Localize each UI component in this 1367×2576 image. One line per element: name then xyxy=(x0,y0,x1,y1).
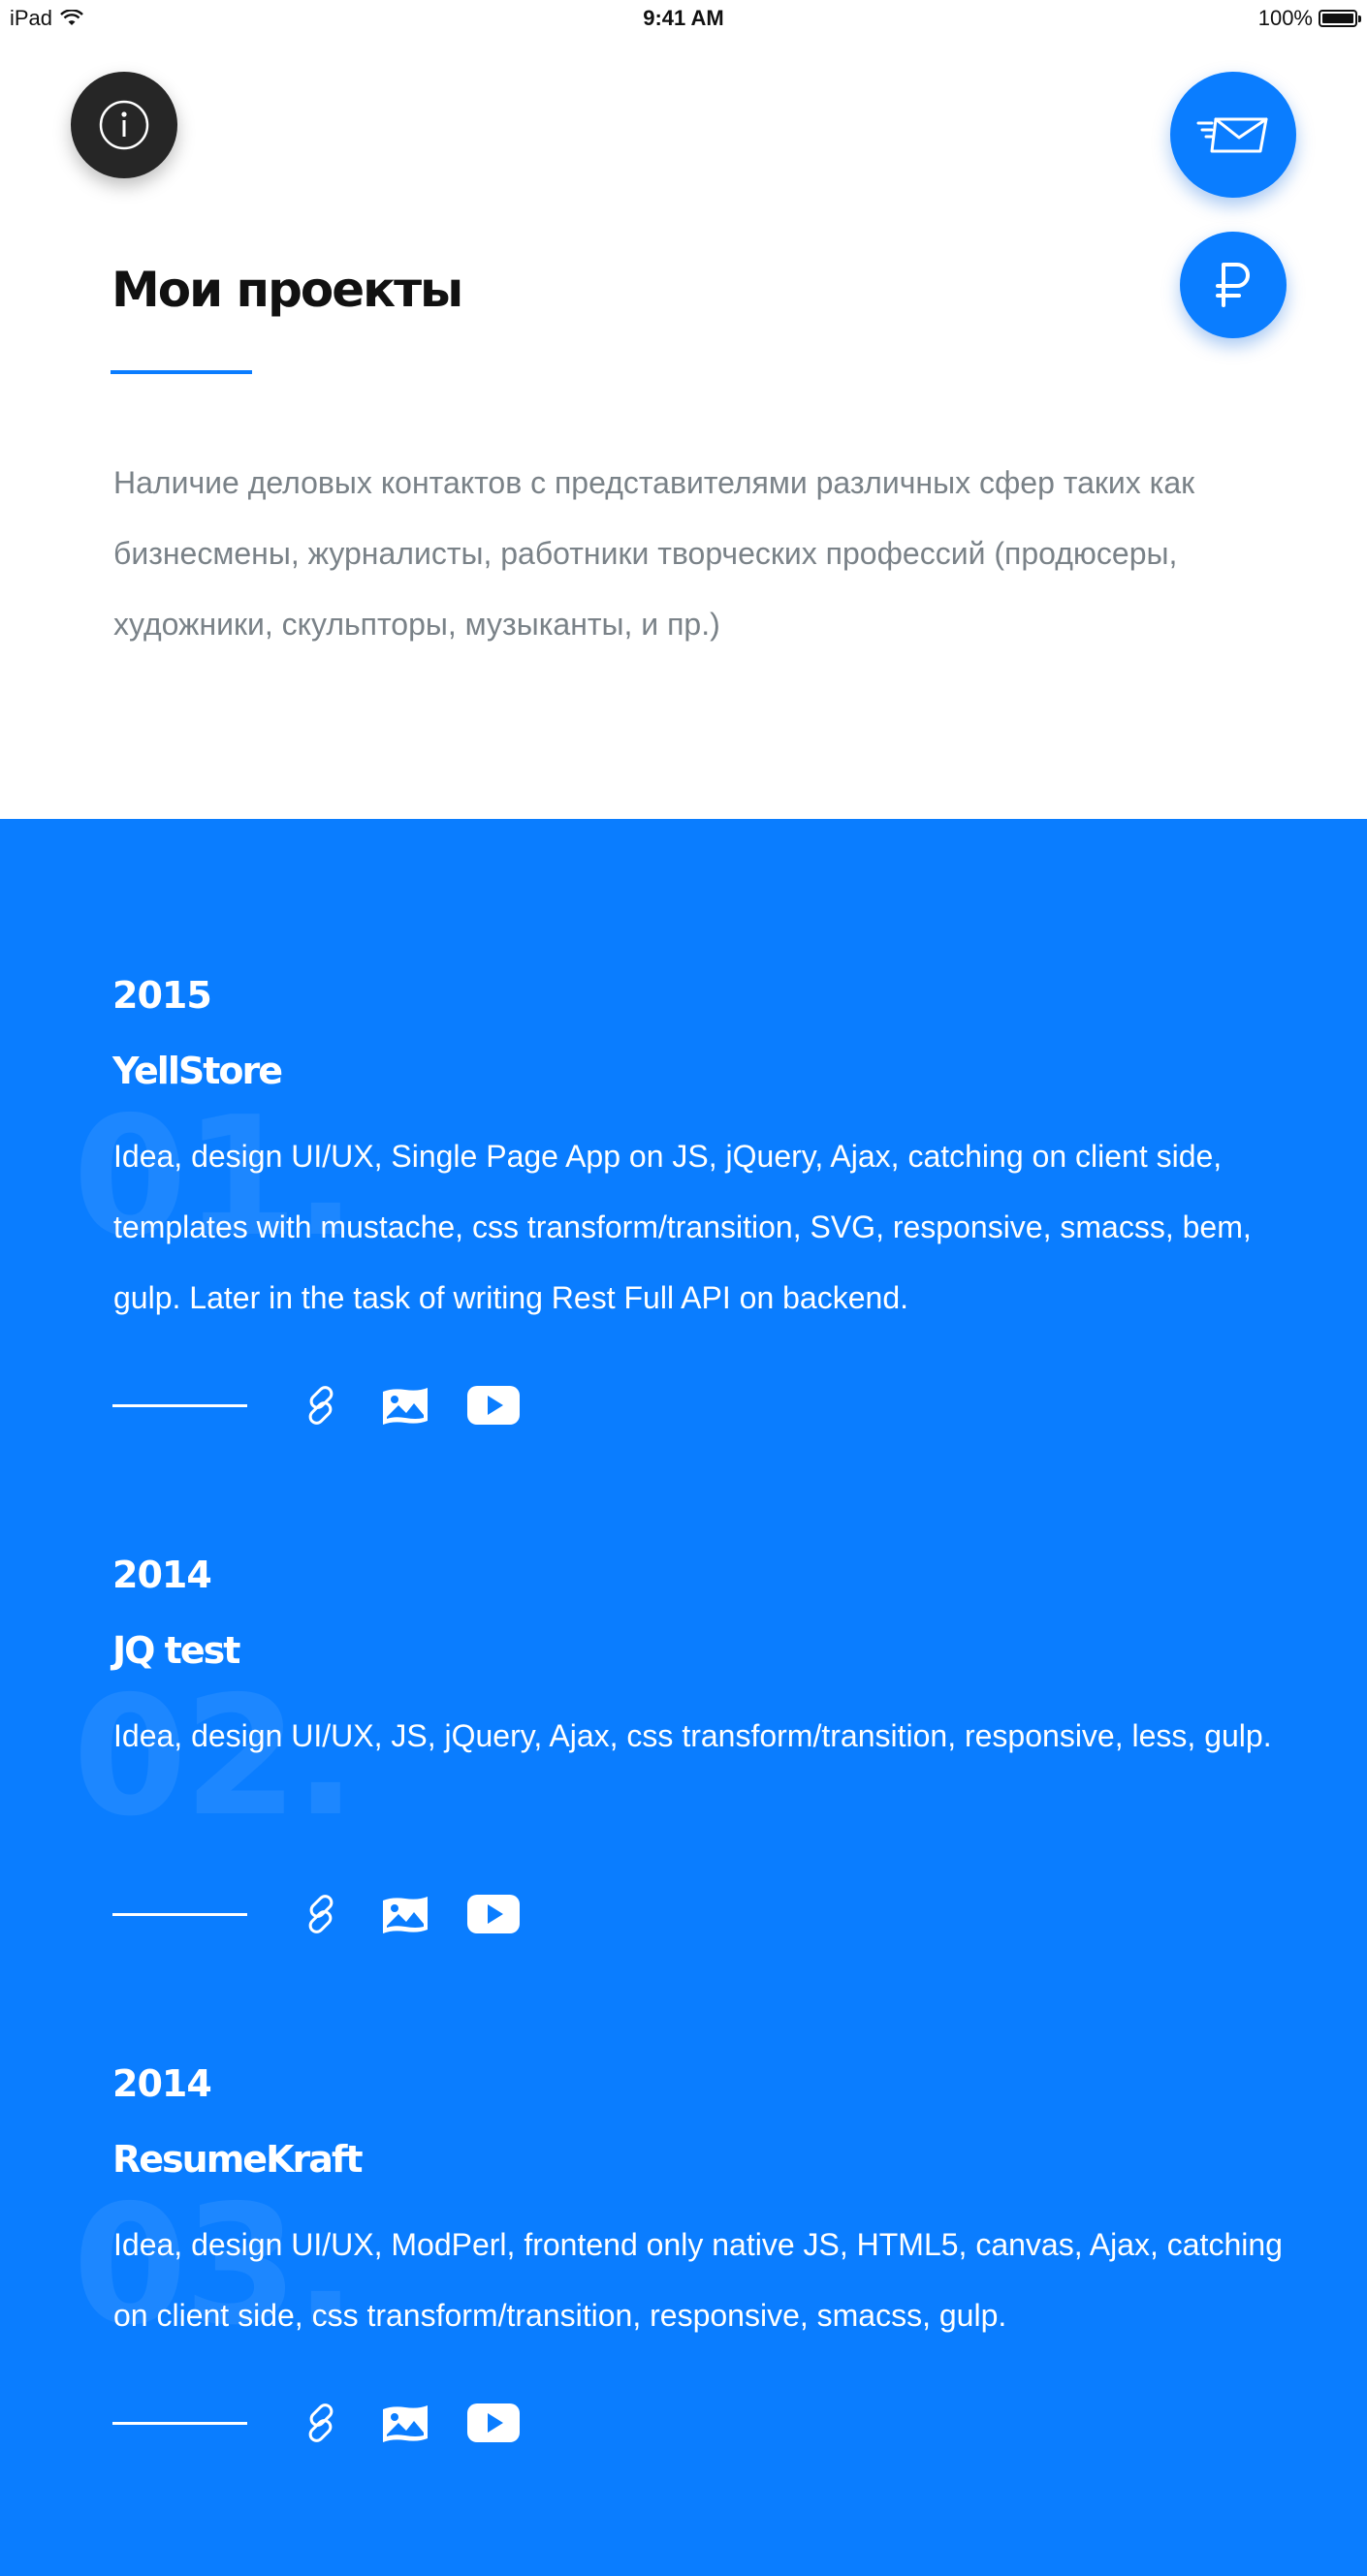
project-year: 2014 xyxy=(112,1554,212,1596)
youtube-icon[interactable] xyxy=(466,1894,521,1934)
project-name: YellStore xyxy=(112,1050,283,1092)
link-icon[interactable] xyxy=(298,1382,344,1429)
status-bar: iPad 9:41 AM 100% xyxy=(0,0,1367,37)
title-underline xyxy=(111,370,252,374)
project-description: Idea, design UI/UX, ModPerl, frontend on… xyxy=(113,2227,1283,2333)
status-time: 9:41 AM xyxy=(643,6,724,30)
link-icon[interactable] xyxy=(298,1891,344,1937)
gallery-icon[interactable] xyxy=(379,1893,431,1935)
status-right: 100% xyxy=(1257,6,1361,31)
divider xyxy=(112,1912,247,1916)
divider xyxy=(112,1403,247,1407)
donate-button[interactable] xyxy=(1180,232,1287,338)
project-links xyxy=(112,1890,556,1938)
project-links xyxy=(112,2399,556,2447)
project-year: 2015 xyxy=(112,974,212,1017)
divider xyxy=(112,2421,247,2425)
project-name: ResumeKraft xyxy=(112,2138,364,2181)
youtube-icon[interactable] xyxy=(466,1385,521,1426)
gallery-icon[interactable] xyxy=(379,1384,431,1427)
project-links xyxy=(112,1381,556,1429)
youtube-icon[interactable] xyxy=(466,2403,521,2443)
info-icon xyxy=(99,100,149,150)
project-name: JQ test xyxy=(112,1629,240,1672)
link-icon[interactable] xyxy=(298,2400,344,2446)
gallery-icon[interactable] xyxy=(379,2402,431,2444)
battery-icon xyxy=(1319,10,1361,27)
project-year: 2014 xyxy=(112,2062,212,2105)
info-button[interactable] xyxy=(71,72,177,178)
intro-text: Наличие деловых контактов с представител… xyxy=(113,465,1195,642)
projects-section: 01. 2015 YellStore Idea, design UI/UX, S… xyxy=(0,819,1367,2576)
mail-button[interactable] xyxy=(1170,72,1296,198)
battery-percent: 100% xyxy=(1257,6,1313,30)
ruble-icon xyxy=(1216,263,1250,307)
page-title: Мои проекты xyxy=(111,262,463,318)
mail-icon xyxy=(1196,117,1268,153)
project-description: Idea, design UI/UX, Single Page App on J… xyxy=(113,1139,1252,1315)
project-description: Idea, design UI/UX, JS, jQuery, Ajax, cs… xyxy=(113,1718,1272,1753)
